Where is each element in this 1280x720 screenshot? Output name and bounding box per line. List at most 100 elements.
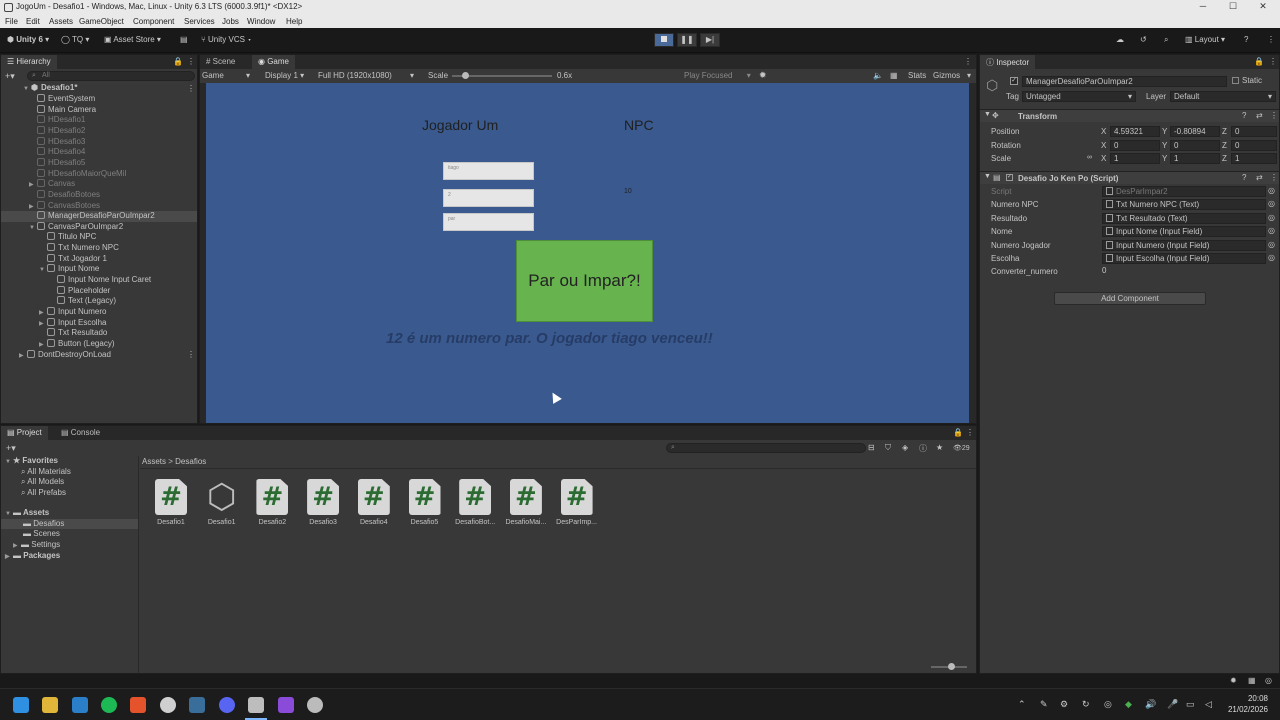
input-numero-field[interactable]: 2 — [443, 189, 534, 207]
packages-row[interactable]: ▶ ▬ Packages — [5, 551, 60, 562]
fav-all-materials[interactable]: ⌕ All Materials — [21, 467, 71, 478]
layout-dropdown[interactable]: ▥ Layout ▾ — [1185, 35, 1225, 44]
step-button[interactable]: ▶| — [700, 33, 720, 47]
menu-gameobject[interactable]: GameObject — [79, 17, 124, 26]
transform-header[interactable]: ▼ ✥ Transform ? ⇄ ⋮ — [980, 109, 1279, 122]
help-icon[interactable]: ? — [1244, 35, 1248, 44]
hierarchy-item[interactable]: EventSystem — [1, 94, 197, 105]
par-ou-impar-button[interactable]: Par ou Impar?! — [516, 240, 653, 322]
hierarchy-search[interactable]: ⌕ All — [27, 71, 195, 81]
assets-row[interactable]: ▼ ▬ Assets — [5, 508, 49, 519]
favorites-row[interactable]: ▼ ★ Favorites — [5, 456, 58, 467]
discord-icon[interactable] — [219, 697, 235, 713]
tab-scene[interactable]: # Scene — [200, 55, 241, 69]
help-icon[interactable]: ? — [1242, 173, 1246, 182]
preset-icon[interactable]: ⇄ — [1256, 173, 1263, 182]
vcs-button[interactable]: ⑂ Unity VCS ▾ — [201, 35, 252, 44]
script-asset[interactable]: # Desafio5 — [400, 479, 450, 526]
microphone-icon[interactable]: 🎤 — [1167, 699, 1178, 710]
hierarchy-item[interactable]: Txt Resultado — [1, 328, 197, 339]
hierarchy-item[interactable]: HDesafio1 — [1, 115, 197, 126]
status-check-icon[interactable]: ◎ — [1265, 676, 1272, 685]
status-grid-icon[interactable]: ▦ — [1248, 676, 1256, 685]
hierarchy-item[interactable]: ▶ CanvasBotoes — [1, 200, 197, 212]
search-icon[interactable]: ⌕ — [1164, 35, 1168, 45]
display-dropdown[interactable]: Display 1 ▾ — [265, 71, 304, 80]
info-icon[interactable]: ⓘ — [919, 443, 927, 454]
project-search-input[interactable]: ⌕ — [666, 443, 866, 453]
add-component-button[interactable]: Add Component — [1054, 292, 1206, 305]
scene-menu-icon[interactable]: ⋮ — [187, 84, 195, 93]
lock-icon[interactable]: 🔒 — [1254, 57, 1264, 66]
steam-icon[interactable] — [189, 697, 205, 713]
panel-menu-icon[interactable]: ⋮ — [964, 57, 972, 66]
hierarchy-item[interactable]: ▶ Input Numero — [1, 307, 197, 318]
hierarchy-item[interactable]: ▶ Input Escolha — [1, 317, 197, 329]
package-icon[interactable]: ▤ — [180, 35, 188, 44]
stats-button[interactable]: Stats — [908, 71, 926, 80]
menu-window[interactable]: Window — [247, 17, 275, 26]
tab-project[interactable]: ▤ Project — [1, 426, 48, 440]
cloud-icon[interactable]: ☁ — [1116, 35, 1124, 44]
spotify-icon[interactable] — [101, 697, 117, 713]
active-checkbox[interactable]: ✓ — [1010, 77, 1018, 85]
search-by-label-icon[interactable]: ⛉ — [885, 443, 891, 453]
object-picker-icon[interactable]: ◎ — [1268, 240, 1275, 249]
hierarchy-item[interactable]: HDesafio2 — [1, 125, 197, 137]
scene-asset[interactable]: ⬡ Desafio1 — [197, 479, 247, 526]
tray-sync-icon[interactable]: ↻ — [1082, 699, 1090, 710]
rotation-y-field[interactable]: 0 — [1170, 140, 1220, 151]
object-name-field[interactable]: ManagerDesafioParOuImpar2 — [1022, 76, 1227, 87]
tab-inspector[interactable]: ⓘ Inspector — [980, 55, 1036, 69]
gizmos-button[interactable]: Gizmos — [933, 71, 960, 80]
volume-icon[interactable]: 🔊 — [1145, 699, 1156, 710]
layer-dropdown[interactable]: Default ▾ — [1170, 91, 1276, 102]
zoom-slider[interactable] — [931, 663, 967, 670]
tray-steam-icon[interactable]: ◎ — [1104, 699, 1112, 710]
vscode-icon[interactable] — [72, 697, 88, 713]
hierarchy-item[interactable]: ▶ DontDestroyOnLoad ⋮ — [1, 349, 197, 361]
game-view[interactable]: Jogador Um NPC tiago 2 par 10 Par ou Imp… — [206, 83, 969, 423]
hierarchy-item[interactable]: Placeholder — [1, 285, 197, 297]
bug-icon[interactable]: ✹ — [759, 70, 767, 81]
clock-date[interactable]: 21/02/2026 — [1224, 705, 1268, 714]
menu-help[interactable]: Help — [286, 17, 302, 26]
position-z-field[interactable]: 0 — [1231, 126, 1277, 137]
folder-desafios[interactable]: ▬ Desafios — [1, 518, 138, 530]
script-enabled-checkbox[interactable]: ✓ — [1006, 174, 1013, 181]
speaker-icon[interactable]: ◁ — [1205, 699, 1212, 710]
script-asset[interactable]: # Desafio1 — [146, 479, 196, 526]
menu-edit[interactable]: Edit — [26, 17, 40, 26]
stats-grid-icon[interactable]: ▦ — [890, 71, 898, 80]
gizmos-dropdown-icon[interactable]: ▾ — [967, 71, 971, 80]
script-field-value[interactable]: Input Numero (Input Field) — [1102, 239, 1266, 251]
hierarchy-item[interactable]: HDesafio3 — [1, 136, 197, 148]
brave-icon[interactable] — [130, 697, 146, 713]
scale-slider-thumb[interactable] — [462, 72, 469, 79]
hierarchy-item[interactable]: Text (Legacy) — [1, 296, 197, 307]
lock-icon[interactable]: 🔒 — [953, 428, 963, 437]
script-field-value[interactable]: Input Nome (Input Field) — [1102, 226, 1266, 238]
script-asset[interactable]: # Desafio2 — [247, 479, 297, 526]
scale-z-field[interactable]: 1 — [1231, 153, 1277, 164]
status-bug-icon[interactable]: ✹ — [1230, 676, 1237, 685]
hierarchy-item[interactable]: ▼ Input Nome — [1, 264, 197, 275]
create-plus-icon[interactable]: +▾ — [6, 443, 16, 454]
account-button[interactable]: ◯ TQ ▾ — [61, 35, 89, 44]
hierarchy-item[interactable]: ▼ CanvasParOuImpar2 — [1, 221, 197, 233]
create-plus-icon[interactable]: +▾ — [5, 71, 15, 82]
tab-hierarchy[interactable]: ☰ Hierarchy — [1, 55, 57, 69]
component-menu-icon[interactable]: ⋮ — [1270, 173, 1278, 182]
hierarchy-item[interactable]: Txt Numero NPC — [1, 243, 197, 254]
script-field-value[interactable]: 0 — [1102, 266, 1266, 275]
mute-icon[interactable]: 🔈 — [873, 71, 883, 80]
resolution-dropdown[interactable]: Full HD (1920x1080) ▾ — [318, 71, 414, 80]
maximize-button[interactable]: ☐ — [1218, 1, 1248, 13]
row-menu-icon[interactable]: ⋮ — [187, 350, 195, 361]
tag-icon[interactable]: ◈ — [902, 443, 908, 452]
panel-menu-icon[interactable]: ⋮ — [966, 428, 974, 437]
clock-time[interactable]: 20:08 — [1228, 694, 1268, 703]
whatsapp-icon[interactable] — [160, 697, 176, 713]
asset-store-button[interactable]: ▣ Asset Store ▾ — [104, 35, 161, 44]
lock-icon[interactable]: 🔒 — [173, 57, 183, 66]
